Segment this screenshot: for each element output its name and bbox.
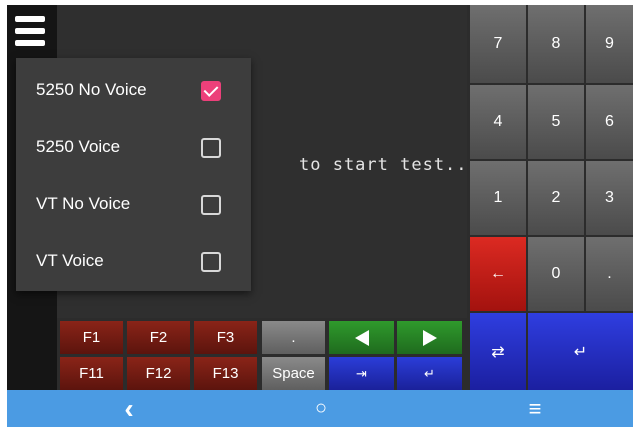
numpad-key-9[interactable]: 9 — [586, 5, 633, 83]
backspace-key[interactable]: ← — [470, 237, 526, 311]
numpad-key-3[interactable]: 3 — [586, 161, 633, 235]
tab-key[interactable]: ⇥ — [329, 357, 394, 390]
home-icon[interactable]: ○ — [291, 390, 351, 427]
numpad-key-1[interactable]: 1 — [470, 161, 526, 235]
arrow-left-icon — [354, 329, 369, 346]
menu-item-label: 5250 No Voice — [36, 80, 147, 99]
back-icon[interactable]: ‹ — [99, 390, 159, 427]
numpad-enter-key[interactable]: ↵ — [528, 313, 633, 390]
hamburger-menu-icon[interactable] — [15, 16, 45, 46]
enter-key[interactable]: ↵ — [397, 357, 462, 390]
numpad-tab-key[interactable]: ⇄ — [470, 313, 526, 390]
menu-item-5250-voice[interactable]: 5250 Voice — [16, 118, 251, 175]
terminal-prompt-text: to start test... — [299, 155, 479, 175]
f3-key[interactable]: F3 — [194, 321, 257, 354]
numpad-key-4[interactable]: 4 — [470, 85, 526, 159]
checkbox-icon[interactable] — [201, 195, 221, 215]
checkbox-icon[interactable] — [201, 138, 221, 158]
menu-item-vt-no-voice[interactable]: VT No Voice — [16, 175, 251, 232]
emulator-screen: to start test... 7 8 9 4 5 6 1 2 3 ← 0 .… — [7, 5, 633, 390]
menu-icon[interactable]: ≡ — [505, 390, 565, 427]
f1-key[interactable]: F1 — [60, 321, 123, 354]
space-key[interactable]: Space — [262, 357, 325, 390]
left-arrow-key[interactable] — [329, 321, 394, 354]
numpad-key-0[interactable]: 0 — [528, 237, 584, 311]
f12-key[interactable]: F12 — [127, 357, 190, 390]
numpad-key-8[interactable]: 8 — [528, 5, 584, 83]
android-navigation-bar: ‹ ○ ≡ — [7, 390, 633, 427]
dot-key[interactable]: . — [262, 321, 325, 354]
numpad-key-5[interactable]: 5 — [528, 85, 584, 159]
mode-dropdown-menu: 5250 No Voice 5250 Voice VT No Voice VT … — [16, 58, 251, 291]
f2-key[interactable]: F2 — [127, 321, 190, 354]
menu-item-vt-voice[interactable]: VT Voice — [16, 232, 251, 289]
numpad-key-decimal[interactable]: . — [586, 237, 633, 311]
checkbox-icon[interactable] — [201, 252, 221, 272]
numpad-key-7[interactable]: 7 — [470, 5, 526, 83]
checkbox-checked-icon[interactable] — [201, 81, 221, 101]
numpad-key-2[interactable]: 2 — [528, 161, 584, 235]
f11-key[interactable]: F11 — [60, 357, 123, 390]
f13-key[interactable]: F13 — [194, 357, 257, 390]
menu-item-label: 5250 Voice — [36, 137, 121, 156]
numpad-key-6[interactable]: 6 — [586, 85, 633, 159]
menu-item-label: VT Voice — [36, 251, 104, 270]
menu-item-5250-no-voice[interactable]: 5250 No Voice — [16, 61, 251, 118]
right-arrow-key[interactable] — [397, 321, 462, 354]
arrow-right-icon — [422, 329, 437, 346]
menu-item-label: VT No Voice — [36, 194, 131, 213]
